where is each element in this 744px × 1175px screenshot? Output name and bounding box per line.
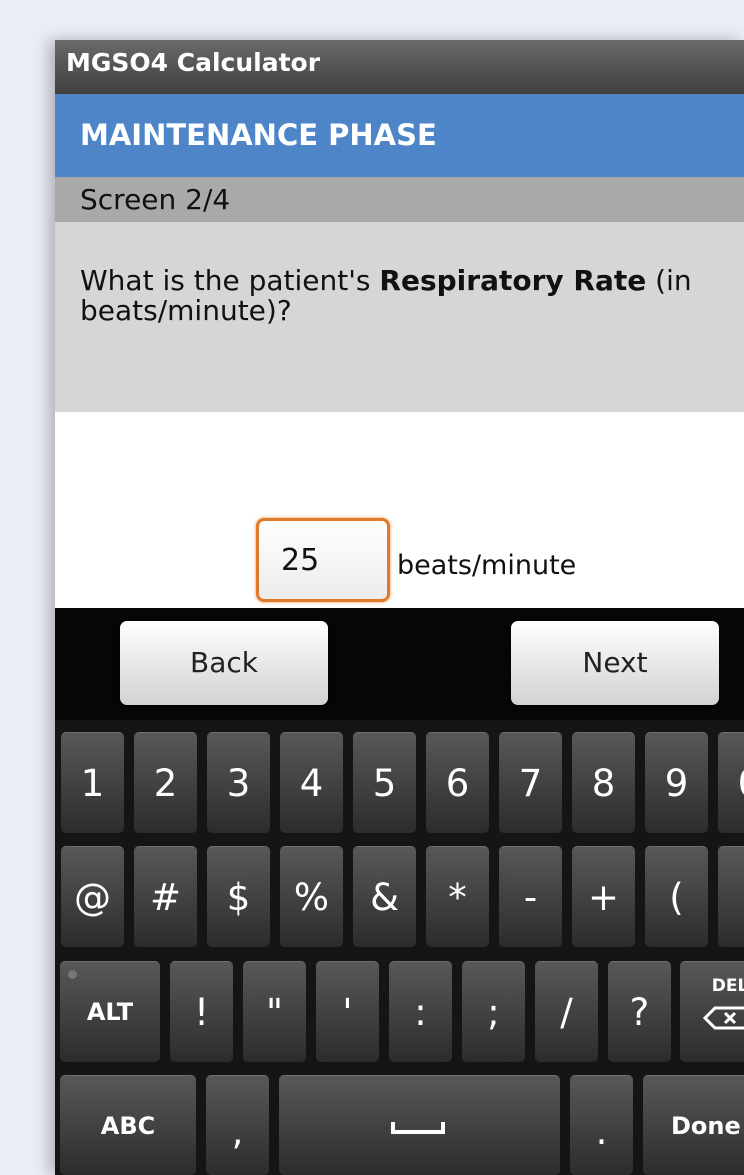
space-icon xyxy=(391,1122,445,1134)
punctuation-key[interactable]: : xyxy=(389,961,452,1062)
app-title-bar: MGSO4 Calculator xyxy=(55,40,744,94)
app-title: MGSO4 Calculator xyxy=(66,48,321,77)
symbol-key[interactable]: $ xyxy=(207,846,270,947)
number-key[interactable]: 0 xyxy=(718,732,744,833)
input-value: 25 xyxy=(281,543,320,578)
symbol-key[interactable]: % xyxy=(280,846,343,947)
question-panel: What is the patient's Respiratory Rate (… xyxy=(55,222,744,412)
punctuation-key[interactable]: ? xyxy=(608,961,671,1062)
punctuation-key[interactable]: ' xyxy=(316,961,379,1062)
number-key[interactable]: 5 xyxy=(353,732,416,833)
punctuation-key[interactable]: / xyxy=(535,961,598,1062)
alt-key[interactable]: ALT xyxy=(60,961,160,1062)
question-emphasis: Respiratory Rate xyxy=(379,264,647,297)
alt-key-label: ALT xyxy=(86,998,134,1026)
number-key[interactable]: 3 xyxy=(207,732,270,833)
number-key[interactable]: 8 xyxy=(572,732,635,833)
respiratory-rate-input[interactable]: 25 xyxy=(256,518,390,602)
period-key[interactable]: . xyxy=(570,1075,633,1175)
number-key[interactable]: 6 xyxy=(426,732,489,833)
backspace-icon xyxy=(702,1006,744,1030)
next-button[interactable]: Next xyxy=(511,621,719,705)
symbol-key[interactable]: ) xyxy=(718,846,744,947)
answer-panel: 25 beats/minute xyxy=(55,412,744,608)
number-key[interactable]: 4 xyxy=(280,732,343,833)
symbol-key[interactable]: * xyxy=(426,846,489,947)
done-key[interactable]: Done xyxy=(643,1075,744,1175)
number-key[interactable]: 7 xyxy=(499,732,562,833)
question-text: What is the patient's Respiratory Rate (… xyxy=(80,266,744,326)
soft-keyboard: 1234567890 @#$%&*-+() ALT !"':;/? DEL AB… xyxy=(55,720,744,1175)
delete-key[interactable]: DEL xyxy=(680,961,744,1062)
abc-key[interactable]: ABC xyxy=(60,1075,196,1175)
space-key[interactable] xyxy=(279,1075,560,1175)
back-button[interactable]: Back xyxy=(120,621,328,705)
punctuation-key[interactable]: ! xyxy=(170,961,233,1062)
screen-indicator-bar: Screen 2/4 xyxy=(55,177,744,222)
number-key[interactable]: 9 xyxy=(645,732,708,833)
symbol-key[interactable]: @ xyxy=(61,846,124,947)
phone-screen: MGSO4 Calculator MAINTENANCE PHASE Scree… xyxy=(55,40,744,1175)
number-key[interactable]: 1 xyxy=(61,732,124,833)
symbol-key[interactable]: & xyxy=(353,846,416,947)
phase-title: MAINTENANCE PHASE xyxy=(80,118,437,152)
screen-indicator: Screen 2/4 xyxy=(80,183,231,216)
symbol-key[interactable]: # xyxy=(134,846,197,947)
punctuation-key[interactable]: ; xyxy=(462,961,525,1062)
symbol-key[interactable]: - xyxy=(499,846,562,947)
navigation-bar: Back Next xyxy=(55,608,744,720)
alt-lock-dot-icon xyxy=(68,970,77,979)
phase-header: MAINTENANCE PHASE xyxy=(55,94,744,177)
comma-key[interactable]: , xyxy=(206,1075,269,1175)
question-suffix: (in xyxy=(646,264,692,297)
symbol-key[interactable]: + xyxy=(572,846,635,947)
question-prefix: What is the patient's xyxy=(80,264,380,297)
unit-label: beats/minute xyxy=(397,550,577,581)
question-line2: beats/minute)? xyxy=(80,294,292,327)
punctuation-key[interactable]: " xyxy=(243,961,306,1062)
symbol-key[interactable]: ( xyxy=(645,846,708,947)
number-key[interactable]: 2 xyxy=(134,732,197,833)
delete-key-label: DEL xyxy=(711,976,744,996)
